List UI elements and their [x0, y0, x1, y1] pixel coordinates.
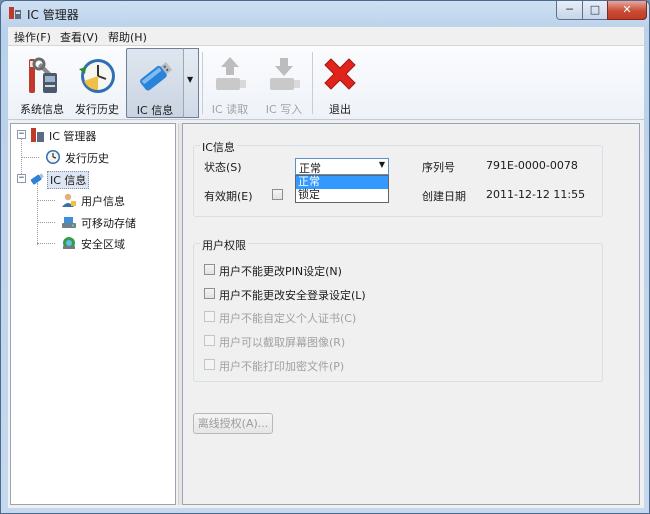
app-logo-icon [9, 7, 21, 19]
tree-line [37, 222, 55, 223]
tree-item-label: 安全区域 [81, 238, 125, 251]
title-bar: IC 管理器 ─ □ ✕ [1, 1, 649, 27]
status-dropdown-list: 正常 锁定 [295, 175, 389, 203]
user-permissions-group-title: 用户权限 [200, 237, 248, 253]
usb-key-icon [140, 61, 173, 91]
exit-button[interactable]: 退出 [314, 48, 366, 118]
ic-info-label: IC 信息 [136, 104, 174, 117]
toolbar-separator [312, 52, 313, 114]
checkbox-box [204, 335, 215, 346]
removable-storage-icon [62, 217, 76, 228]
status-combobox[interactable]: 正常 ▼ [295, 158, 389, 175]
tree-item-label: 用户信息 [81, 195, 125, 208]
system-info-button[interactable]: 系统信息 [16, 48, 68, 118]
offline-authorization-button[interactable]: 离线授权(A)... [193, 413, 273, 434]
exit-label: 退出 [329, 103, 351, 116]
user-permissions-group: 用户权限 用户不能更改PIN设定(N) 用户不能更改安全登录设定(L) 用户不能… [193, 237, 603, 382]
issue-history-label: 发行历史 [75, 103, 119, 116]
maximize-button[interactable]: □ [582, 1, 608, 20]
tree-line [21, 157, 39, 158]
toolbar-separator [202, 52, 203, 114]
window-title: IC 管理器 [27, 8, 79, 22]
user-icon [62, 193, 76, 207]
status-label: 状态(S) [204, 161, 242, 174]
checkbox-label: 用户不能自定义个人证书(C) [219, 312, 357, 325]
navigation-tree: − IC 管理器 发行历史 − IC 信息 用户信息 可移动存储 安全区域 [10, 123, 176, 505]
checkbox-label: 用户不能打印加密文件(P) [219, 360, 345, 373]
created-date-label: 创建日期 [422, 190, 466, 203]
tree-item-label: 可移动存储 [81, 217, 136, 230]
ic-info-button[interactable]: IC 信息 [126, 48, 184, 118]
tree-line [21, 138, 22, 178]
ic-info-dropdown-button[interactable]: ▼ [183, 48, 199, 118]
history-clock-icon [79, 59, 115, 93]
created-date-value: 2011-12-12 11:55 [486, 188, 586, 201]
chevron-down-icon: ▼ [187, 75, 194, 84]
ic-info-group: IC信息 状态(S) 正常 ▼ 正常 锁定 序列号 791E-0000-0078… [193, 139, 603, 217]
checkbox-label: 用户可以截取屏幕图像(R) [219, 336, 346, 349]
ic-info-panel: IC信息 状态(S) 正常 ▼ 正常 锁定 序列号 791E-0000-0078… [182, 123, 640, 505]
tree-line [37, 243, 55, 244]
checkbox-box [204, 288, 215, 299]
checkbox-box [204, 264, 215, 275]
tree-root-label: IC 管理器 [49, 130, 97, 143]
history-clock-icon [46, 150, 60, 164]
usb-key-icon [30, 173, 44, 185]
toolbar: 系统信息 发行历史 IC 信息 ▼ IC 读取 IC 写入 退出 [8, 46, 644, 120]
ic-read-label: IC 读取 [211, 103, 249, 116]
security-area-icon [63, 237, 75, 249]
validity-label: 有效期(E) [204, 190, 253, 203]
client-area: − IC 管理器 发行历史 − IC 信息 用户信息 可移动存储 安全区域 IC… [8, 120, 644, 508]
status-option-locked[interactable]: 锁定 [296, 189, 388, 202]
menu-operation[interactable]: 操作(F) [14, 29, 51, 45]
checkbox-box [204, 359, 215, 370]
serial-label: 序列号 [422, 161, 455, 174]
status-value: 正常 [299, 162, 321, 175]
close-button[interactable]: ✕ [607, 1, 647, 20]
chevron-down-icon: ▼ [378, 160, 385, 169]
menu-bar: 操作(F) 查看(V) 帮助(H) [8, 27, 644, 46]
exit-x-icon [324, 58, 356, 90]
tree-collapse-toggle[interactable]: − [17, 130, 26, 139]
menu-view[interactable]: 查看(V) [60, 29, 98, 45]
tree-line [37, 200, 55, 201]
issue-history-button[interactable]: 发行历史 [70, 48, 124, 118]
menu-help[interactable]: 帮助(H) [108, 29, 147, 45]
system-info-label: 系统信息 [20, 103, 64, 116]
tree-item-label: 发行历史 [65, 152, 109, 165]
ic-info-group-title: IC信息 [200, 139, 237, 155]
tree-line [37, 183, 38, 245]
system-info-icon [29, 57, 57, 93]
checkbox-box [204, 311, 215, 322]
ic-read-icon [216, 57, 246, 90]
checkbox-label: 用户不能更改PIN设定(N) [219, 265, 342, 278]
ic-write-label: IC 写入 [265, 103, 303, 116]
ic-write-icon [270, 58, 300, 90]
ic-read-button[interactable]: IC 读取 [204, 48, 256, 118]
app-window: IC 管理器 ─ □ ✕ 操作(F) 查看(V) 帮助(H) 系统信息 发行历史… [0, 0, 650, 514]
checkbox-label: 用户不能更改安全登录设定(L) [219, 289, 366, 302]
ic-write-button[interactable]: IC 写入 [258, 48, 310, 118]
tree-collapse-toggle[interactable]: − [17, 174, 26, 183]
serial-value: 791E-0000-0078 [486, 159, 578, 172]
app-logo-icon [31, 128, 44, 142]
tree-item-label: IC 信息 [47, 171, 90, 189]
minimize-button[interactable]: ─ [556, 1, 583, 20]
validity-checkbox[interactable] [272, 189, 283, 200]
